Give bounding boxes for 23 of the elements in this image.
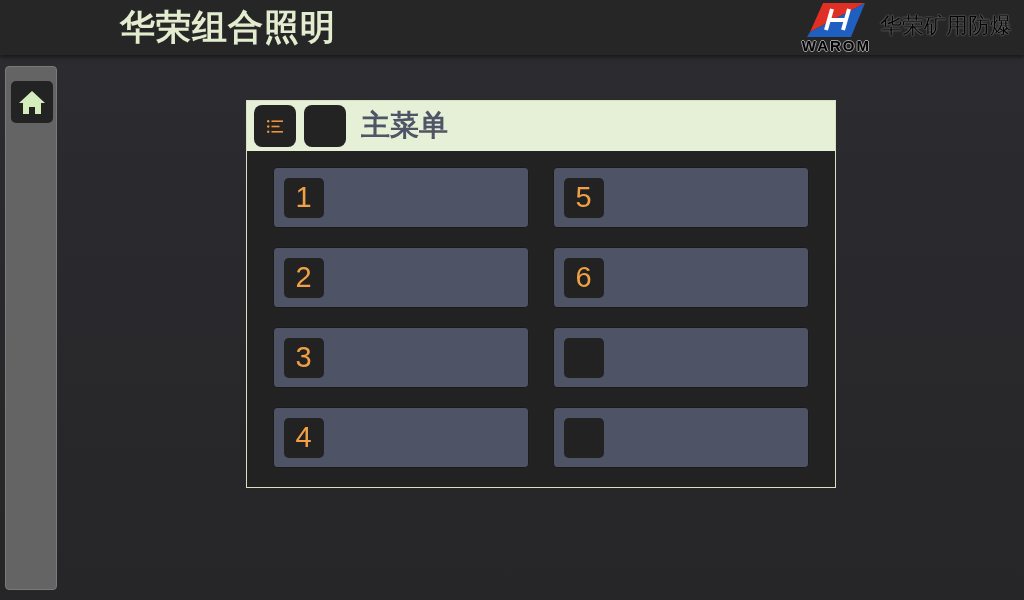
menu-item-button[interactable]: 3	[272, 327, 529, 388]
item-number: 6	[563, 257, 604, 298]
empty-button[interactable]	[303, 105, 346, 147]
list-button[interactable]	[253, 105, 296, 147]
logo-icon	[807, 3, 866, 37]
item-number: 2	[283, 257, 324, 298]
list-icon	[266, 119, 283, 133]
item-number: 4	[283, 417, 324, 458]
menu-item-button[interactable]: 6	[552, 247, 809, 308]
item-number: 5	[563, 177, 604, 218]
panel-title: 主菜单	[360, 107, 448, 144]
menu-item-button[interactable]: 1	[272, 167, 529, 228]
logo-text: WAROM	[800, 38, 872, 53]
home-icon	[19, 90, 45, 114]
menu-item-button[interactable]: 4	[272, 407, 529, 468]
menu-item-button[interactable]: 5	[552, 167, 809, 228]
blank-square-icon	[563, 337, 604, 378]
home-button[interactable]	[11, 81, 53, 123]
app-title: 华荣组合照明	[120, 6, 336, 49]
item-number: 1	[283, 177, 324, 218]
menu-item-button[interactable]: 2	[272, 247, 529, 308]
item-number: 3	[283, 337, 324, 378]
blank-square-icon	[563, 417, 604, 458]
